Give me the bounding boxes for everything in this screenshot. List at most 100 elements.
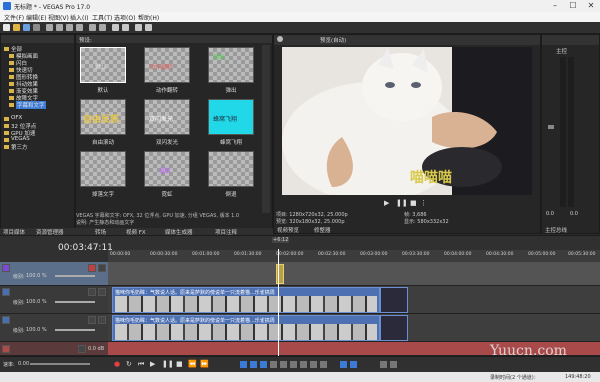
menu-options[interactable]: 选项(O) bbox=[114, 13, 135, 22]
track-level-slider[interactable] bbox=[55, 275, 95, 277]
envelope-tool-icon[interactable] bbox=[250, 361, 257, 368]
main-toolbar bbox=[0, 22, 600, 34]
tree-item-vegas[interactable]: VEGAS bbox=[11, 136, 30, 142]
preset-thumb-scroll[interactable]: 自由反怒 bbox=[80, 99, 126, 135]
snap-icon[interactable] bbox=[340, 361, 347, 368]
video-clip[interactable]: 猫咪你毛奶眸：气数说人话。原来是萨默的傍说单一只流着猫...乐雀搞周 bbox=[112, 315, 380, 341]
track-header-video-2[interactable]: 级别: 100.0 % bbox=[0, 314, 108, 342]
marker-icon[interactable] bbox=[310, 361, 317, 368]
track-fx-icon[interactable] bbox=[88, 316, 96, 324]
preset-thumb-neon[interactable]: 霓虹 bbox=[144, 151, 190, 187]
ignore-grouping-icon[interactable] bbox=[145, 24, 152, 31]
preset-thumb-flip[interactable]: 动作翻转 bbox=[144, 47, 190, 83]
preset-thumb-reverse[interactable] bbox=[208, 151, 254, 187]
loop-icon[interactable]: ↻ bbox=[126, 360, 132, 368]
zoom-out-icon[interactable] bbox=[390, 361, 397, 368]
track-level-value[interactable]: 100.0 % bbox=[26, 273, 47, 279]
maximize-icon[interactable]: ☐ bbox=[564, 0, 582, 12]
tree-item-titles-text[interactable]: 字幕和文字 bbox=[16, 101, 46, 109]
track-fx-icon[interactable] bbox=[88, 264, 96, 272]
menu-edit[interactable]: 编辑(E) bbox=[26, 13, 46, 22]
track-lane-video-1[interactable]: 猫咪你毛奶眸：气数说人话。原来是萨默的傍说单一只流着猫...乐雀搞周 bbox=[108, 286, 600, 314]
preset-thumb-glow[interactable]: 双闪发光 bbox=[144, 99, 190, 135]
track-fx-icon[interactable] bbox=[78, 345, 86, 353]
rate-value[interactable]: 0.00 bbox=[18, 361, 29, 367]
region-icon[interactable] bbox=[320, 361, 327, 368]
preset-thumb-popup[interactable]: 弹出 bbox=[208, 47, 254, 83]
auto-ripple-icon[interactable] bbox=[122, 24, 129, 31]
playhead[interactable] bbox=[278, 249, 279, 356]
redo-icon[interactable] bbox=[99, 24, 106, 31]
enable-snapping-icon[interactable] bbox=[112, 24, 119, 31]
rate-slider[interactable] bbox=[30, 363, 90, 365]
preset-thumb-default[interactable]: 默认 bbox=[80, 47, 126, 83]
track-fx-icon[interactable] bbox=[88, 288, 96, 296]
go-start-icon[interactable]: ⏪ bbox=[188, 360, 197, 368]
trim-icon[interactable] bbox=[280, 361, 287, 368]
menu-file[interactable]: 文件(F) bbox=[4, 13, 24, 22]
selection-tool-icon[interactable] bbox=[260, 361, 267, 368]
minimize-icon[interactable]: – bbox=[546, 0, 564, 12]
video-clip-end[interactable] bbox=[380, 287, 408, 313]
play-icon[interactable]: ▶ bbox=[384, 199, 389, 207]
track-mute-icon[interactable] bbox=[98, 316, 106, 324]
pause-icon[interactable]: ❚❚ bbox=[396, 199, 408, 207]
record-icon[interactable]: ● bbox=[114, 360, 120, 368]
menu-insert[interactable]: 插入(I) bbox=[70, 13, 88, 22]
tree-item-ofx[interactable]: OFX bbox=[11, 115, 22, 121]
track-level-value[interactable]: 100.0 % bbox=[26, 299, 47, 305]
tab-trimmer[interactable]: 修整器 bbox=[314, 226, 331, 234]
tab-video-preview[interactable]: 视频预览 bbox=[277, 226, 299, 234]
menu-view[interactable]: 视图(V) bbox=[48, 13, 69, 22]
undo-icon[interactable] bbox=[89, 24, 96, 31]
lock-envelopes-icon[interactable] bbox=[135, 24, 142, 31]
ruler-tick: 00:05:30:00 bbox=[568, 252, 596, 257]
more-icon[interactable]: ⋮ bbox=[420, 199, 427, 207]
track-volume-value[interactable]: 0.0 dB bbox=[88, 346, 104, 352]
properties-icon[interactable] bbox=[46, 24, 53, 31]
open-folder-icon[interactable] bbox=[13, 24, 20, 31]
track-level-slider[interactable] bbox=[55, 329, 95, 331]
preset-thumb-honeycomb[interactable]: 蜂窝飞翔 bbox=[208, 99, 254, 135]
presets-scrollbar[interactable] bbox=[262, 45, 270, 213]
zoom-in-icon[interactable] bbox=[380, 361, 387, 368]
stop-icon[interactable]: ■ bbox=[176, 360, 183, 368]
split-icon[interactable] bbox=[290, 361, 297, 368]
track-mute-icon[interactable] bbox=[98, 288, 106, 296]
pause-icon[interactable]: ❚❚ bbox=[162, 360, 174, 368]
menu-tools[interactable]: 工具(T) bbox=[92, 13, 112, 22]
save-icon[interactable] bbox=[23, 24, 30, 31]
track-lane-video-2[interactable]: 猫咪你毛奶眸：气数说人话。原来是萨默的傍说单一只流着猫...乐雀搞周 bbox=[108, 314, 600, 342]
track-header-audio[interactable]: 0.0 dB bbox=[0, 342, 108, 356]
video-clip-end[interactable] bbox=[380, 315, 408, 341]
menu-help[interactable]: 帮助(H) bbox=[138, 13, 159, 22]
normal-edit-tool-icon[interactable] bbox=[240, 361, 247, 368]
stop-icon[interactable]: ■ bbox=[410, 199, 417, 207]
track-level-slider[interactable] bbox=[55, 301, 95, 303]
track-lane-title[interactable] bbox=[108, 262, 600, 286]
tab-master-bus[interactable]: 主控总线 bbox=[545, 226, 567, 234]
track-mute-icon[interactable] bbox=[98, 264, 106, 272]
delete-icon[interactable] bbox=[270, 361, 277, 368]
copy-icon[interactable] bbox=[66, 24, 73, 31]
play-from-start-icon[interactable]: ⏮ bbox=[138, 360, 144, 369]
cut-icon[interactable] bbox=[56, 24, 63, 31]
track-header-title[interactable]: 级别: 100.0 % bbox=[0, 262, 108, 286]
track-level-value[interactable]: 100.0 % bbox=[26, 327, 47, 333]
preset-thumb-drop[interactable] bbox=[80, 151, 126, 187]
video-clip[interactable]: 猫咪你毛奶眸：气数说人话。原来是萨默的傍说单一只流着猫...乐雀搞周 bbox=[112, 287, 380, 313]
ripple-icon[interactable] bbox=[350, 361, 357, 368]
new-file-icon[interactable] bbox=[3, 24, 10, 31]
render-icon[interactable] bbox=[33, 24, 40, 31]
track-header-video-1[interactable]: 级别: 100.0 % bbox=[0, 286, 108, 314]
timeline-ruler[interactable]: 00:00:00 00:00:30:00 00:01:00:00 00:01:3… bbox=[108, 250, 600, 262]
play-icon[interactable]: ▶ bbox=[150, 360, 155, 368]
preview-settings-icon[interactable] bbox=[277, 36, 283, 42]
close-icon[interactable]: ✕ bbox=[582, 0, 600, 12]
tree-item-thirdparty[interactable]: 第三方 bbox=[11, 143, 28, 151]
paste-icon[interactable] bbox=[76, 24, 83, 31]
lock-icon[interactable] bbox=[300, 361, 307, 368]
go-end-icon[interactable]: ⏩ bbox=[200, 360, 209, 368]
master-fader[interactable] bbox=[548, 125, 554, 129]
preview-quality-dropdown[interactable]: 预览(自动) bbox=[320, 36, 346, 44]
